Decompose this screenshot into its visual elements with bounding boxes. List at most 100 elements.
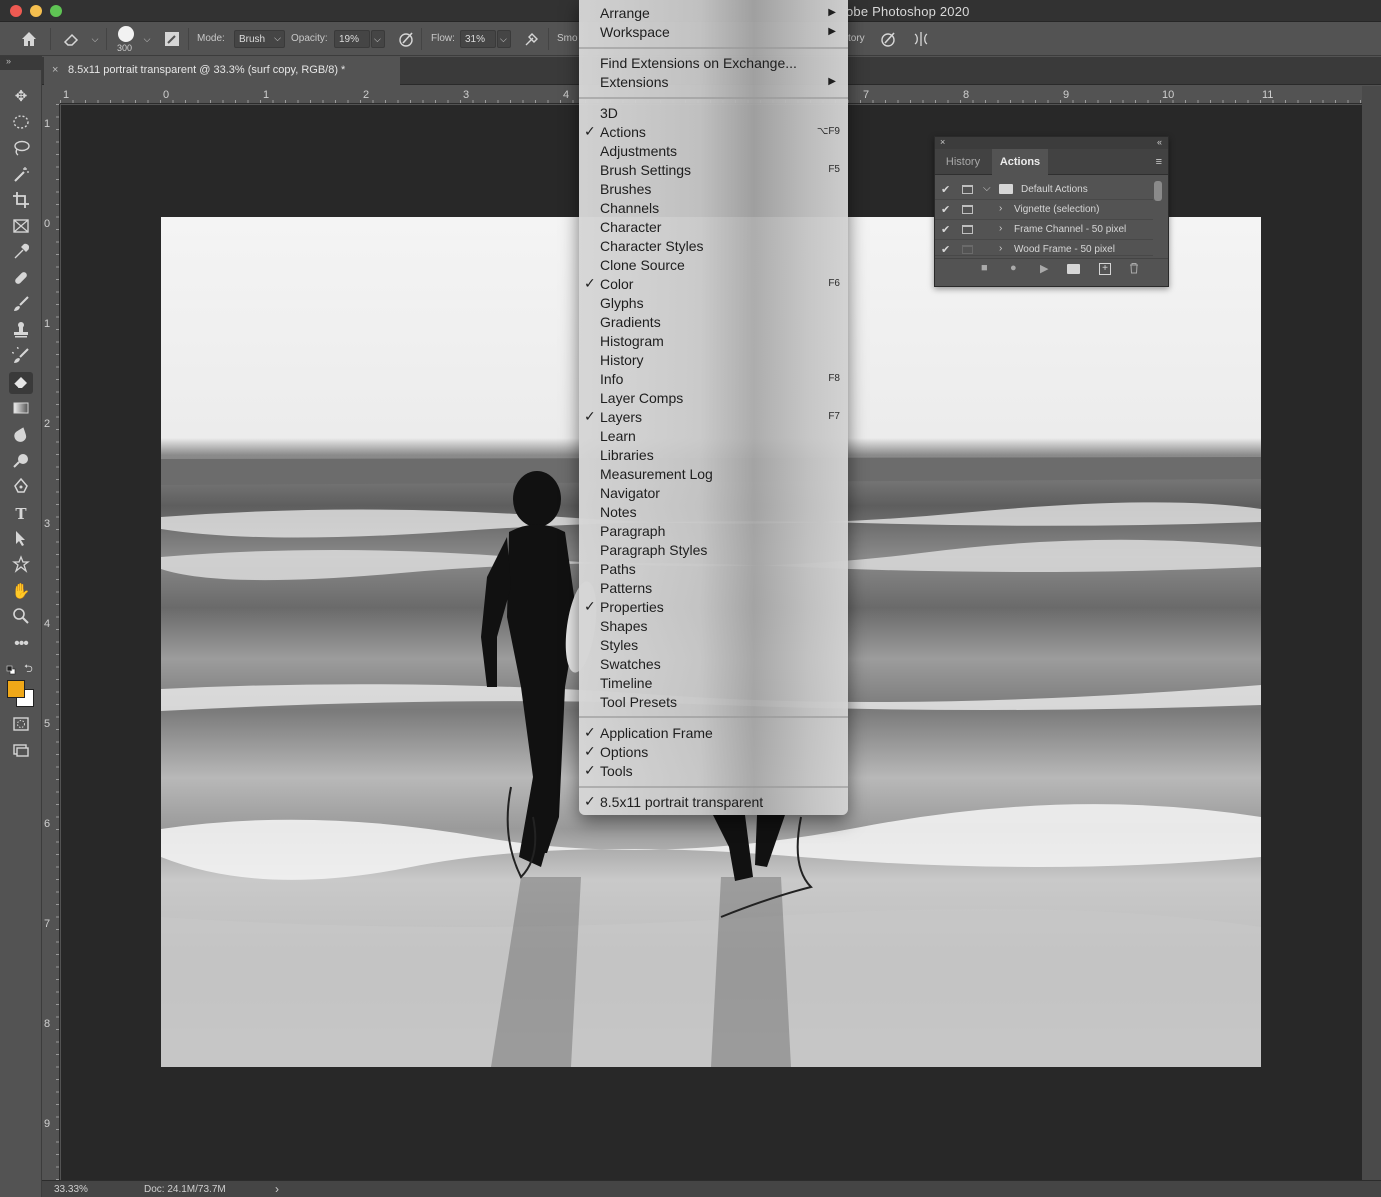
menu-item-learn[interactable]: Learn [579,427,848,446]
menu-item-history[interactable]: History [579,351,848,370]
menu-item-glyphs[interactable]: Glyphs [579,294,848,313]
menu-item-paths[interactable]: Paths [579,560,848,579]
menu-item-styles[interactable]: Styles [579,636,848,655]
menu-item-arrange[interactable]: Arrange ▶ [579,4,848,23]
menu-item-tools[interactable]: ✓ Tools [579,762,848,781]
symmetry-icon[interactable] [912,30,930,48]
menu-item-actions[interactable]: ✓ Actions ⌥F9 [579,123,848,142]
menu-item-tool-presets[interactable]: Tool Presets [579,693,848,712]
menu-item-patterns[interactable]: Patterns [579,579,848,598]
menu-item-timeline[interactable]: Timeline [579,674,848,693]
menu-item-properties[interactable]: ✓ Properties [579,598,848,617]
status-menu-arrow-icon[interactable]: › [275,1182,279,1196]
menu-item-options[interactable]: ✓ Options [579,743,848,762]
zoom-tool-icon[interactable] [9,607,33,629]
brush-tool-icon[interactable] [9,295,33,317]
panel-scrollbar[interactable] [1154,181,1162,201]
menu-item-character-styles[interactable]: Character Styles [579,237,848,256]
checkmark-icon[interactable]: ✔ [941,223,950,236]
airbrush-icon[interactable] [523,30,541,48]
dialog-toggle-icon[interactable] [962,245,973,254]
hand-tool-icon[interactable]: ✋ [9,581,33,603]
menu-item-application-frame[interactable]: ✓ Application Frame [579,724,848,743]
menu-item-info[interactable]: Info F8 [579,370,848,389]
brush-preview-icon[interactable] [118,26,134,42]
default-colors-icon[interactable] [6,662,16,675]
dialog-toggle-icon[interactable] [962,225,973,234]
menu-item-brushes[interactable]: Brushes [579,180,848,199]
swap-colors-icon[interactable]: ⮌ [24,660,33,679]
home-icon[interactable] [20,30,38,48]
opacity-input[interactable]: 19% [334,30,370,48]
menu-item-extensions[interactable]: Extensions ▶ [579,73,848,92]
menu-item-measurement-log[interactable]: Measurement Log [579,465,848,484]
trash-icon[interactable] [1128,262,1140,277]
checkmark-icon[interactable]: ✔ [941,243,950,255]
action-row[interactable]: ✔ › Frame Channel - 50 pixel [935,220,1153,240]
path-selection-tool-icon[interactable] [9,529,33,551]
pressure-opacity-icon[interactable] [397,30,415,48]
crop-tool-icon[interactable] [9,191,33,213]
checkmark-icon[interactable]: ✔ [941,203,950,216]
menu-item-workspace[interactable]: Workspace ▶ [579,23,848,42]
zoom-window-button[interactable] [50,5,62,17]
checkmark-icon[interactable]: ✔ [941,183,950,196]
flow-input[interactable]: 31% [460,30,496,48]
mode-select[interactable]: Brush ⌵ [234,30,285,48]
document-tab[interactable]: × 8.5x11 portrait transparent @ 33.3% (s… [44,57,400,85]
menu-item-find-extensions-on-exchange[interactable]: Find Extensions on Exchange... [579,54,848,73]
chevron-down-icon[interactable]: ⌵ [86,30,104,48]
healing-brush-tool-icon[interactable] [9,269,33,291]
menu-item-8-5x11-portrait-transparent[interactable]: ✓ 8.5x11 portrait transparent [579,793,848,812]
menu-item-notes[interactable]: Notes [579,503,848,522]
expand-chevron-icon[interactable]: › [999,223,1002,234]
menu-item-navigator[interactable]: Navigator [579,484,848,503]
tab-history[interactable]: History [935,149,991,175]
menu-item-layer-comps[interactable]: Layer Comps [579,389,848,408]
panel-menu-icon[interactable]: ≡ [1156,156,1162,168]
menu-item-clone-source[interactable]: Clone Source [579,256,848,275]
menu-item-paragraph-styles[interactable]: Paragraph Styles [579,541,848,560]
stop-icon[interactable]: ■ [981,262,988,274]
history-brush-tool-icon[interactable] [9,344,33,369]
collapse-tools-icon[interactable]: » [0,56,42,70]
shape-tool-icon[interactable] [9,555,33,577]
chevron-down-icon[interactable]: ⌵ [138,30,156,48]
record-icon[interactable]: ● [1010,262,1017,274]
collapse-panel-icon[interactable]: « [1157,137,1162,147]
clone-stamp-tool-icon[interactable] [9,321,33,343]
close-panel-icon[interactable]: × [940,137,945,147]
menu-item-character[interactable]: Character [579,218,848,237]
pen-tool-icon[interactable] [9,477,33,499]
menu-item-shapes[interactable]: Shapes [579,617,848,636]
close-tab-icon[interactable]: × [52,64,58,76]
expand-chevron-icon[interactable]: › [999,243,1002,254]
opacity-dropdown-icon[interactable]: ⌵ [371,30,385,48]
gradient-tool-icon[interactable] [9,399,33,421]
eyedropper-tool-icon[interactable] [9,243,33,265]
foreground-color-swatch[interactable] [7,680,25,698]
frame-tool-icon[interactable] [9,217,33,239]
menu-item-brush-settings[interactable]: Brush Settings F5 [579,161,848,180]
play-icon[interactable]: ▶ [1040,262,1048,275]
minimize-window-button[interactable] [30,5,42,17]
pressure-size-icon[interactable] [879,30,897,48]
dialog-toggle-icon[interactable] [962,185,973,194]
menu-item-swatches[interactable]: Swatches [579,655,848,674]
close-window-button[interactable] [10,5,22,17]
magic-wand-tool-icon[interactable] [9,165,33,187]
zoom-level[interactable]: 33.33% [54,1184,88,1195]
eraser-tool-icon[interactable] [9,372,33,394]
new-set-folder-icon[interactable] [1067,264,1080,274]
quick-mask-icon[interactable] [9,715,33,737]
menu-item-layers[interactable]: ✓ Layers F7 [579,408,848,427]
blur-tool-icon[interactable] [9,425,33,447]
menu-item-paragraph[interactable]: Paragraph [579,522,848,541]
more-tools-icon[interactable]: ••• [9,633,33,655]
ruler-origin[interactable] [42,86,60,104]
dialog-toggle-icon[interactable] [962,205,973,214]
screen-mode-icon[interactable] [9,741,33,763]
menu-item-3d[interactable]: 3D [579,104,848,123]
lasso-tool-icon[interactable] [9,139,33,161]
type-tool-icon[interactable]: T [9,503,33,525]
